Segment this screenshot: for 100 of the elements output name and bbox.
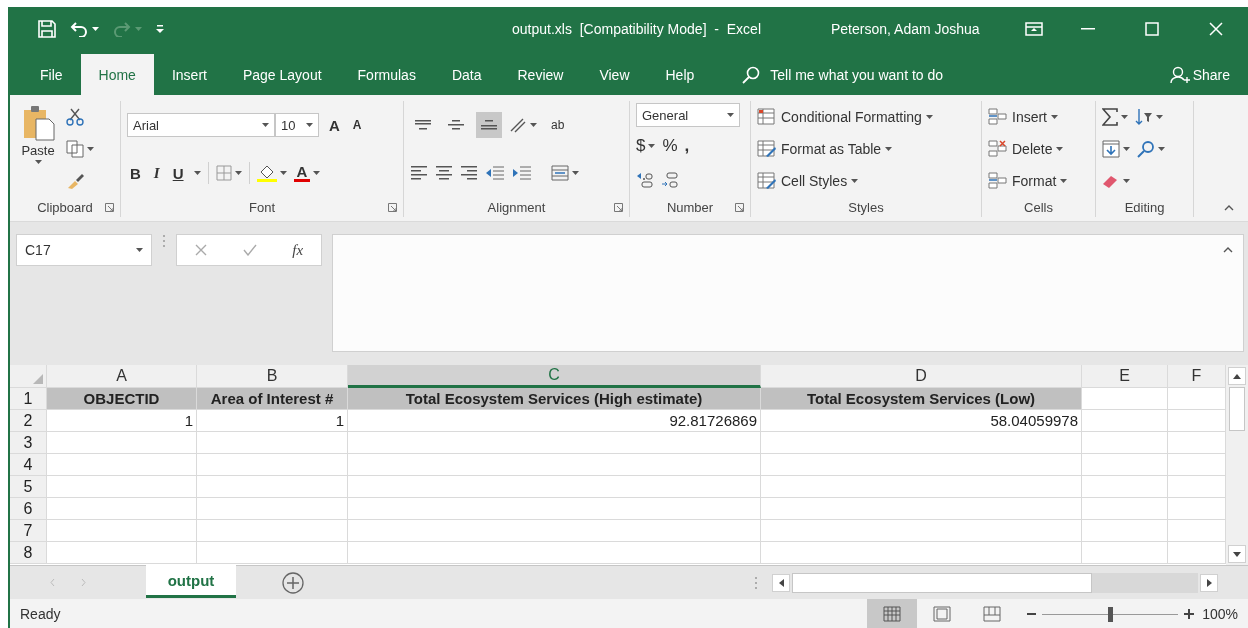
share-button[interactable]: Share	[1169, 54, 1230, 95]
row-header[interactable]: 2	[10, 410, 47, 432]
cell-styles-icon	[757, 172, 777, 190]
caret-icon	[234, 171, 242, 175]
font-name-field[interactable]: Arial	[127, 113, 275, 137]
column-header[interactable]: E	[1082, 365, 1168, 388]
font-color-button[interactable]: A	[293, 164, 321, 182]
scroll-down-button[interactable]	[1228, 545, 1246, 563]
ribbon-tab[interactable]: Home	[80, 54, 154, 95]
ribbon-tab[interactable]: View	[581, 54, 648, 95]
save-button[interactable]	[38, 20, 56, 38]
zoom-in-button[interactable]	[1184, 609, 1195, 619]
horizontal-scrollbar[interactable]	[772, 571, 1218, 594]
autosum-button[interactable]	[1102, 108, 1128, 126]
triangle-right-icon	[1206, 578, 1212, 587]
ribbon-tab[interactable]: Page Layout	[224, 54, 340, 95]
ribbon-tab[interactable]: Data	[433, 54, 500, 95]
styles-button[interactable]: Format as Table	[757, 135, 933, 163]
collapse-ribbon-button[interactable]	[1224, 205, 1234, 211]
caret-icon	[851, 179, 859, 183]
align-middle-icon	[447, 120, 465, 130]
align-center-button[interactable]	[435, 166, 453, 180]
insert-function-button[interactable]: fx	[292, 241, 304, 259]
cells-button[interactable]: Format	[988, 167, 1068, 195]
fill-button[interactable]	[1102, 140, 1130, 158]
ribbon-tab[interactable]: Review	[499, 54, 582, 95]
currency-button[interactable]: $	[636, 136, 656, 156]
column-header[interactable]: C	[348, 365, 761, 388]
view-button[interactable]	[867, 599, 918, 628]
scroll-thumb[interactable]	[1229, 387, 1245, 431]
column-header[interactable]: A	[47, 365, 197, 388]
ribbon-tab[interactable]: File	[22, 54, 81, 95]
cells-button[interactable]: Delete	[988, 135, 1068, 163]
scroll-right-button[interactable]	[1200, 573, 1218, 592]
grip-icon	[162, 234, 166, 248]
row-header[interactable]: 5	[10, 476, 47, 498]
caret-icon	[1060, 179, 1068, 183]
row-header[interactable]: 6	[10, 498, 47, 520]
number-format-field[interactable]: General	[636, 103, 740, 127]
search-icon	[742, 65, 761, 84]
font-style-button[interactable]: I	[150, 164, 163, 182]
percent-button[interactable]: %	[662, 136, 678, 156]
copy-icon	[66, 140, 84, 158]
cells-button[interactable]: Insert	[988, 103, 1068, 131]
formula-field[interactable]	[332, 234, 1244, 352]
slider-thumb[interactable]	[1108, 606, 1114, 622]
font-size-field[interactable]: 10	[275, 113, 319, 137]
tell-me-field[interactable]: Tell me what you want to do	[768, 65, 1013, 84]
clear-button[interactable]	[1102, 174, 1130, 188]
name-box[interactable]: C17	[16, 234, 152, 266]
increase-decimal-button[interactable]	[636, 172, 654, 188]
vertical-scrollbar[interactable]	[1226, 365, 1248, 565]
align-right-button[interactable]	[460, 166, 478, 180]
row-header[interactable]: 4	[10, 454, 47, 476]
ribbon-tab[interactable]: Formulas	[339, 54, 434, 95]
ribbon-tab[interactable]: Help	[647, 54, 713, 95]
sort-filter-button[interactable]	[1135, 108, 1163, 126]
scroll-thumb[interactable]	[792, 572, 1092, 593]
search-icon	[1137, 140, 1155, 158]
orientation-button[interactable]	[509, 117, 537, 133]
align-left-button[interactable]	[410, 166, 428, 180]
customize-toolbar-button[interactable]	[156, 24, 164, 34]
scroll-left-button[interactable]	[772, 573, 790, 592]
undo-button[interactable]	[70, 21, 99, 37]
increase-decimal-icon	[636, 172, 654, 188]
caret-icon	[1056, 147, 1064, 151]
group-label: Font	[249, 199, 275, 215]
row-header[interactable]: 3	[10, 432, 47, 454]
decrease-indent-button[interactable]	[485, 165, 505, 181]
header-cell: OBJECTID	[47, 388, 197, 410]
grow-font-button[interactable]: A	[326, 116, 343, 134]
table-cell: 1	[47, 410, 197, 432]
styles-button[interactable]: Cell Styles	[757, 167, 933, 195]
borders-icon	[215, 165, 232, 181]
paste-button[interactable]: Paste	[16, 101, 60, 197]
increase-indent-button[interactable]	[512, 165, 532, 181]
vertical-align-button[interactable]	[476, 112, 502, 138]
sheet-tab[interactable]: output	[146, 565, 236, 598]
shrink-font-button[interactable]: A	[349, 118, 365, 132]
font-style-button[interactable]: U	[169, 164, 187, 182]
column-header[interactable]: D	[761, 365, 1082, 388]
decrease-decimal-button[interactable]	[661, 172, 679, 188]
fill-color-button[interactable]	[256, 164, 287, 182]
scroll-up-button[interactable]	[1228, 367, 1246, 385]
borders-button[interactable]	[215, 165, 242, 181]
merge-button[interactable]	[551, 164, 579, 181]
find-button[interactable]	[1137, 140, 1165, 158]
ribbon-tab[interactable]: Insert	[153, 54, 225, 95]
styles-button[interactable]: Conditional Formatting	[757, 103, 933, 131]
wrap-text-button[interactable]: ab	[551, 117, 579, 132]
new-sheet-button[interactable]	[282, 571, 304, 594]
column-header[interactable]: B	[197, 365, 348, 388]
row-header[interactable]: 7	[10, 520, 47, 542]
column-header[interactable]: F	[1168, 365, 1226, 388]
cross-icon	[194, 244, 207, 256]
comma-button[interactable]: ,	[684, 136, 690, 156]
row-header[interactable]: 1	[10, 388, 47, 410]
font-style-button[interactable]: B	[127, 164, 144, 182]
copy-button[interactable]	[66, 140, 94, 158]
row-header[interactable]: 8	[10, 542, 47, 564]
